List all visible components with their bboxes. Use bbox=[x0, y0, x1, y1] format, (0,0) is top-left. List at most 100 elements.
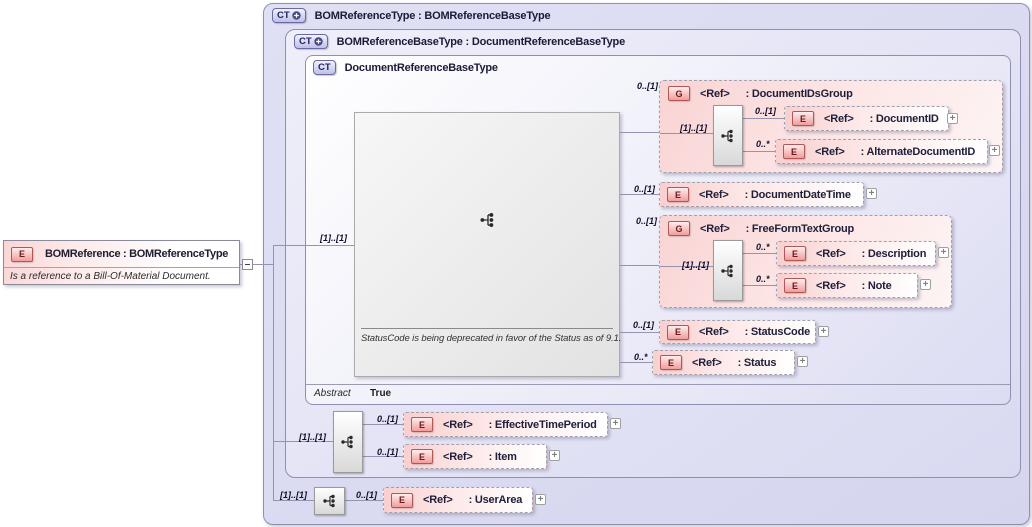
element-name: : Description bbox=[861, 247, 927, 260]
ref-label: <Ref> bbox=[816, 279, 846, 292]
ref-label: <Ref> bbox=[443, 418, 473, 431]
ref-label: <Ref> bbox=[815, 145, 845, 158]
complextype-badge-label: CT bbox=[318, 62, 331, 73]
group-badge: G bbox=[668, 221, 690, 236]
element-note[interactable]: E <Ref> : Note bbox=[776, 273, 918, 298]
ref-label: <Ref> bbox=[699, 326, 729, 338]
sequence-box[interactable] bbox=[333, 411, 363, 473]
expand-icon[interactable]: + bbox=[610, 418, 621, 429]
ref-label: <Ref> bbox=[443, 450, 473, 463]
group-name: : DocumentIDsGroup bbox=[745, 87, 853, 100]
container-title: BOMReferenceBaseType : DocumentReference… bbox=[336, 35, 626, 48]
element-badge: E bbox=[784, 246, 806, 261]
container-title: DocumentReferenceBaseType bbox=[344, 61, 498, 74]
element-name: : Status bbox=[737, 356, 777, 369]
cardinality-label: 0..[1] bbox=[633, 320, 655, 330]
expand-icon[interactable]: + bbox=[920, 279, 931, 290]
sequence-cardinality: [1]..[1] bbox=[680, 123, 707, 133]
element-badge: E bbox=[391, 492, 413, 508]
element-name: : DocumentDateTime bbox=[744, 188, 851, 201]
element-description[interactable]: E <Ref> : Description bbox=[776, 241, 936, 266]
cardinality-label: 0..[1] bbox=[637, 81, 659, 91]
sequence-box[interactable] bbox=[713, 240, 743, 301]
element-effectivetimeperiod[interactable]: E <Ref> : EffectiveTimePeriod bbox=[403, 412, 608, 437]
root-element-title-row: E BOMReference : BOMReferenceType bbox=[4, 241, 239, 268]
group-documentidsgroup[interactable]: G <Ref> : DocumentIDsGroup [1]..[1] 0..[… bbox=[659, 80, 1003, 173]
cardinality-label: 0..[1] bbox=[755, 106, 777, 116]
complextype-badge-label: CT bbox=[299, 36, 312, 47]
element-status[interactable]: E <Ref> : Status bbox=[652, 350, 795, 375]
element-name: : StatusCode bbox=[744, 326, 811, 338]
container-header-documentreferencebasetype[interactable]: CT DocumentReferenceBaseType bbox=[313, 60, 498, 75]
content-model-box[interactable]: StatusCode is being deprecated in favor … bbox=[354, 112, 622, 377]
cardinality-label: 0..[1] bbox=[377, 447, 399, 457]
cardinality-label: 0..[1] bbox=[377, 414, 399, 424]
expand-icon[interactable]: + bbox=[549, 450, 560, 461]
sequence-box[interactable] bbox=[314, 487, 345, 515]
root-element-annotation: Is a reference to a Bill-Of-Material Doc… bbox=[10, 271, 211, 282]
container-title: BOMReferenceType : BOMReferenceBaseType bbox=[314, 9, 551, 22]
ref-label: <Ref> bbox=[692, 356, 722, 369]
group-name: : FreeFormTextGroup bbox=[745, 222, 855, 235]
sequence-icon bbox=[322, 494, 335, 508]
collapse-dash bbox=[245, 264, 250, 265]
element-name: : UserArea bbox=[468, 494, 523, 506]
connector-line bbox=[660, 133, 713, 134]
expand-icon[interactable]: + bbox=[947, 113, 958, 124]
sequence-box[interactable] bbox=[713, 105, 743, 166]
cardinality-label: 0..[1] bbox=[636, 216, 658, 226]
schema-diagram: CT BOMReferenceType : BOMReferenceBaseTy… bbox=[0, 0, 1032, 527]
connector-line bbox=[743, 151, 775, 152]
element-badge: E bbox=[792, 111, 814, 126]
element-name: : DocumentID bbox=[869, 112, 939, 125]
element-documentdatetime[interactable]: E <Ref> : DocumentDateTime bbox=[659, 182, 864, 207]
note-divider bbox=[361, 328, 613, 329]
complextype-badge: CT bbox=[272, 8, 306, 23]
connector-line bbox=[273, 245, 274, 501]
element-name: : Item bbox=[488, 450, 517, 463]
element-documentid[interactable]: E <Ref> : DocumentID bbox=[784, 106, 949, 131]
element-userarea[interactable]: E <Ref> : UserArea bbox=[383, 487, 533, 513]
expand-icon[interactable]: + bbox=[989, 145, 1000, 156]
connector-line bbox=[273, 500, 314, 501]
root-element-title: BOMReference : BOMReferenceType bbox=[45, 248, 229, 260]
root-element-bomreference[interactable]: E BOMReference : BOMReferenceType Is a r… bbox=[3, 240, 240, 285]
sequence-icon bbox=[721, 264, 733, 277]
deprecation-note: StatusCode is being deprecated in favor … bbox=[361, 333, 622, 344]
cardinality-label: 0..[1] bbox=[356, 490, 378, 500]
element-statuscode[interactable]: E <Ref> : StatusCode bbox=[659, 320, 816, 344]
cardinality-label: 0..* bbox=[634, 352, 648, 362]
connector-line bbox=[620, 194, 659, 195]
expand-icon[interactable]: + bbox=[938, 247, 949, 258]
expand-icon[interactable]: + bbox=[535, 494, 546, 505]
element-item[interactable]: E <Ref> : Item bbox=[403, 444, 547, 469]
ref-label: <Ref> bbox=[423, 494, 453, 506]
group-header: G <Ref> : FreeFormTextGroup bbox=[668, 221, 854, 236]
connector-line bbox=[363, 424, 403, 425]
connector-line bbox=[743, 118, 784, 119]
connector-line bbox=[620, 362, 652, 363]
sequence-cardinality: [1]..[1] bbox=[320, 233, 347, 243]
element-badge: E bbox=[784, 278, 806, 293]
expand-icon[interactable]: + bbox=[818, 326, 829, 337]
cardinality-label: 0..[1] bbox=[634, 184, 656, 194]
container-header-bomreferencebasetype[interactable]: CT BOMReferenceBaseType : DocumentRefere… bbox=[294, 34, 625, 49]
connector-line bbox=[620, 265, 659, 266]
element-badge: E bbox=[411, 417, 433, 432]
ref-label: <Ref> bbox=[700, 87, 730, 100]
sequence-icon bbox=[721, 129, 733, 142]
group-freeformtextgroup[interactable]: G <Ref> : FreeFormTextGroup [1]..[1] 0..… bbox=[659, 215, 952, 308]
container-header-bomreferencetype[interactable]: CT BOMReferenceType : BOMReferenceBaseTy… bbox=[272, 8, 551, 23]
element-badge: E bbox=[783, 144, 805, 159]
expand-icon[interactable]: + bbox=[797, 356, 808, 367]
collapse-icon[interactable] bbox=[242, 259, 253, 270]
connector-line bbox=[620, 132, 659, 133]
element-name: : EffectiveTimePeriod bbox=[488, 418, 597, 431]
connector-line bbox=[743, 285, 776, 286]
sequence-cardinality: [1]..[1] bbox=[280, 490, 307, 500]
expand-icon[interactable]: + bbox=[866, 188, 877, 199]
connector-line bbox=[620, 332, 659, 333]
element-alternatedocumentid[interactable]: E <Ref> : AlternateDocumentID bbox=[775, 139, 988, 164]
complextype-badge: CT bbox=[294, 34, 328, 49]
element-badge: E bbox=[411, 449, 433, 464]
